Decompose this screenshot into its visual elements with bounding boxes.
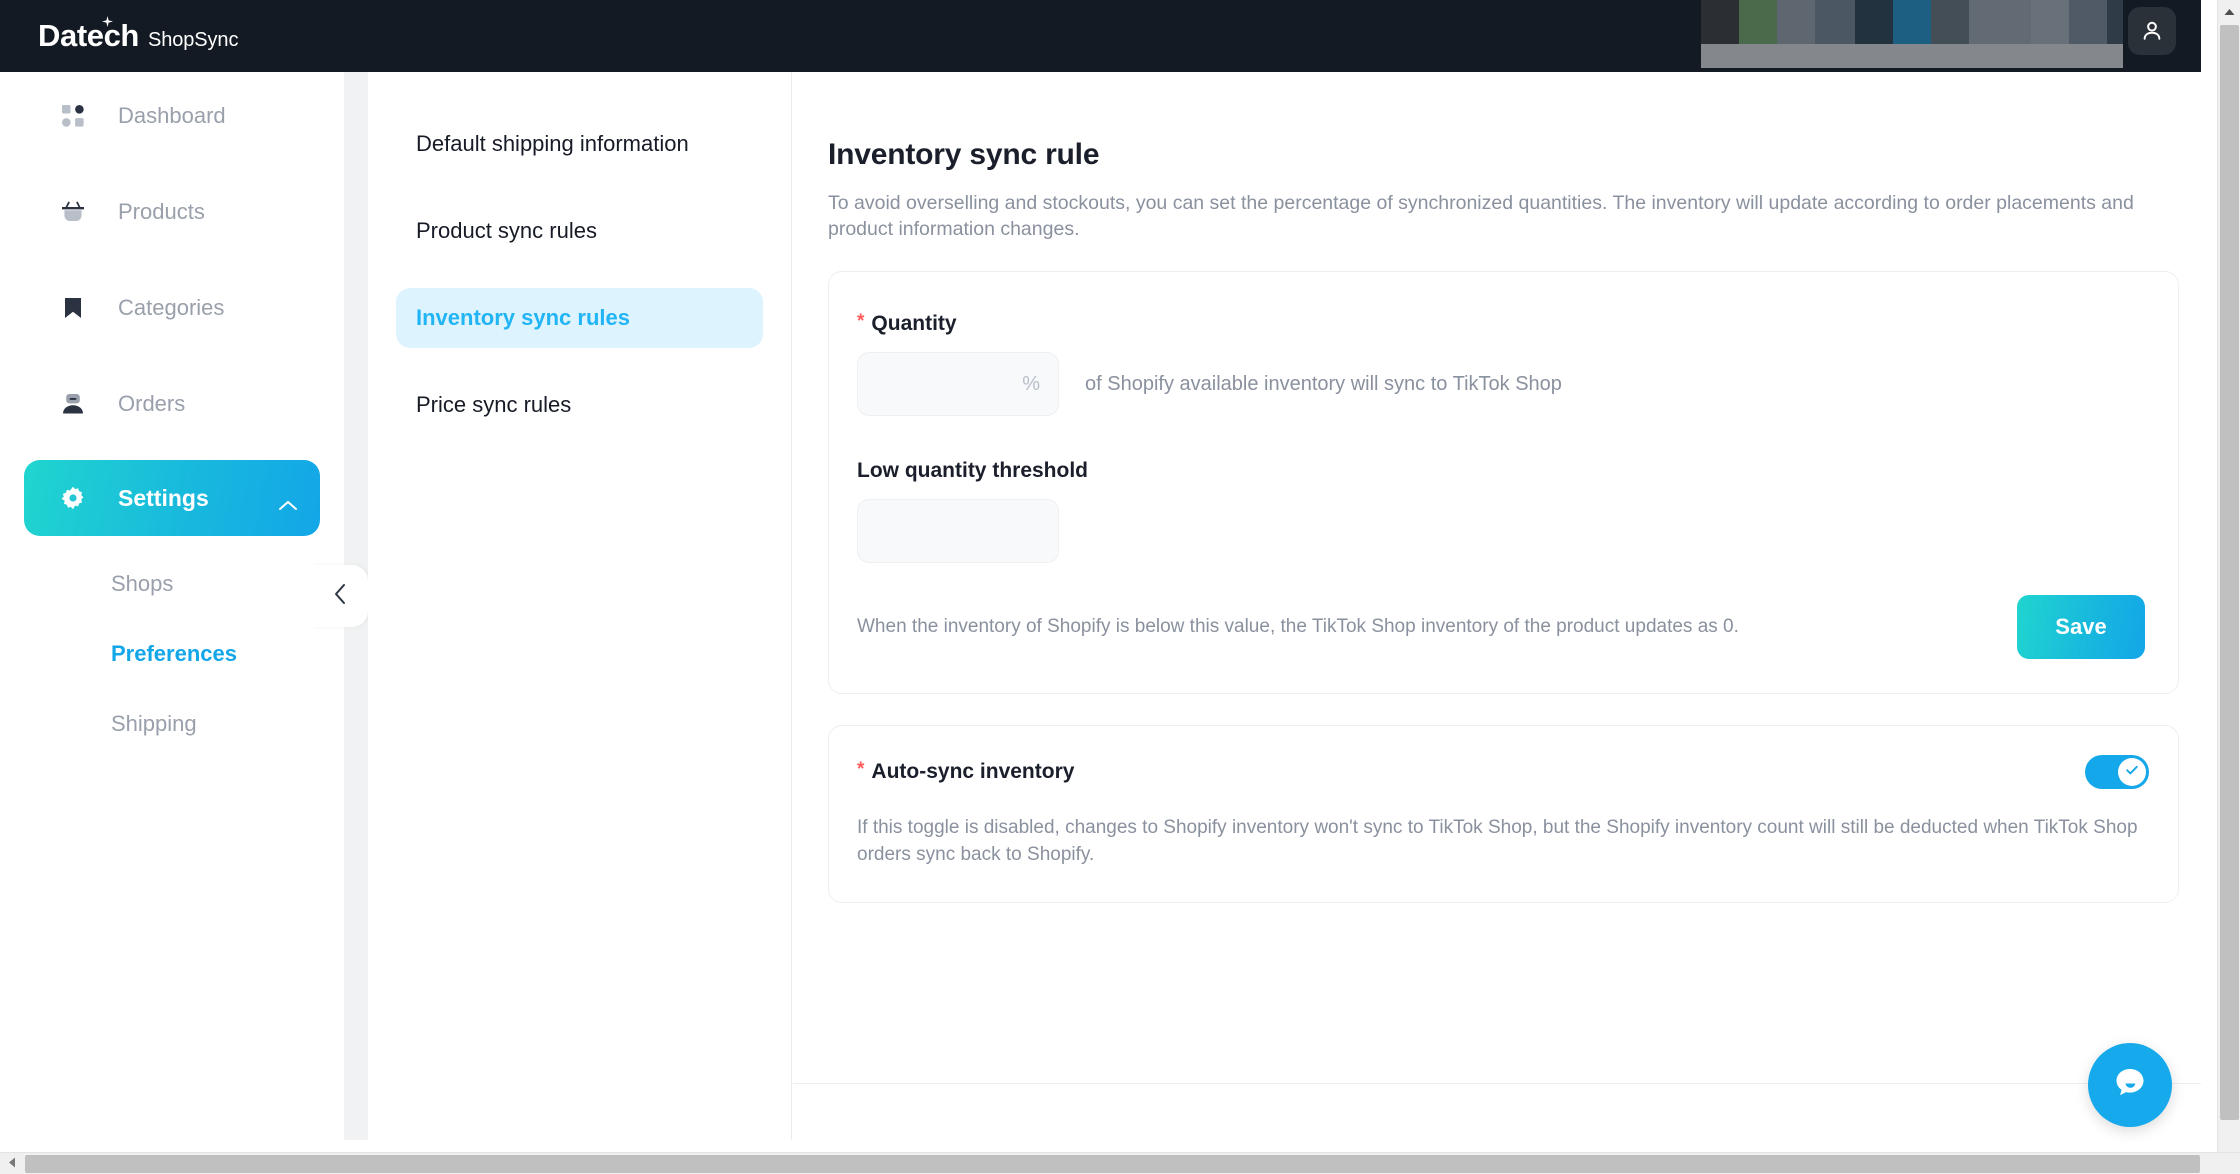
- quantity-label: * Quantity: [857, 312, 2150, 336]
- low-threshold-field-row: [857, 499, 2150, 563]
- scroll-left-button[interactable]: [0, 1153, 23, 1174]
- horizontal-scrollbar[interactable]: [0, 1152, 2240, 1174]
- vertical-scrollbar[interactable]: [2217, 0, 2240, 1152]
- avatar[interactable]: [2128, 7, 2176, 55]
- sparkle-icon: [102, 16, 113, 27]
- quantity-input[interactable]: %: [857, 352, 1059, 416]
- quantity-suffix: %: [1022, 372, 1040, 395]
- chat-bubble-icon: [2108, 1061, 2152, 1110]
- basket-icon: [58, 201, 88, 223]
- redacted-blocks-row: [1701, 0, 2123, 44]
- chat-widget-button[interactable]: [2088, 1043, 2172, 1127]
- sidebar: Dashboard Products Categories Orders Set…: [0, 72, 344, 1140]
- sidebar-item-settings[interactable]: Settings: [24, 460, 320, 536]
- quantity-field-row: % of Shopify available inventory will sy…: [857, 352, 2150, 416]
- auto-sync-label: * Auto-sync inventory: [857, 760, 2150, 784]
- grid-dots-icon: [58, 105, 88, 127]
- content-divider: [793, 1083, 2201, 1084]
- gear-icon: [58, 486, 88, 510]
- inventory-rule-card: * Quantity % of Shopify available invent…: [828, 271, 2179, 694]
- settings-nav-label: Product sync rules: [416, 218, 597, 243]
- settings-nav-panel: Default shipping information Product syn…: [368, 72, 792, 1140]
- settings-nav-item-product-sync[interactable]: Product sync rules: [396, 201, 763, 261]
- sidebar-item-dashboard[interactable]: Dashboard: [24, 92, 320, 140]
- sidebar-subitem-label: Preferences: [111, 641, 237, 666]
- brand-name-primary: Datech: [38, 18, 139, 53]
- settings-nav-label: Default shipping information: [416, 131, 689, 156]
- low-threshold-helper-row: When the inventory of Shopify is below t…: [857, 595, 2150, 659]
- brand-name-secondary: ShopSync: [147, 29, 239, 51]
- settings-nav-label: Inventory sync rules: [416, 305, 630, 330]
- brand-logo[interactable]: Datech ShopSync: [0, 16, 239, 54]
- sidebar-subitem-label: Shops: [111, 571, 174, 596]
- triangle-left-icon: [8, 1155, 16, 1173]
- save-button[interactable]: Save: [2017, 595, 2145, 659]
- redacted-content: [1701, 0, 2123, 68]
- redacted-blocks-bar: [1701, 44, 2123, 68]
- check-icon: [2123, 761, 2141, 784]
- auto-sync-label-text: Auto-sync inventory: [871, 760, 1075, 783]
- horizontal-scroll-thumb[interactable]: [25, 1155, 2200, 1173]
- quantity-trailing-text: of Shopify available inventory will sync…: [1085, 372, 1562, 395]
- low-threshold-helper-text: When the inventory of Shopify is below t…: [857, 616, 1739, 637]
- settings-nav-label: Price sync rules: [416, 392, 572, 417]
- required-marker: *: [857, 759, 865, 780]
- required-marker: *: [857, 311, 865, 332]
- toggle-knob: [2118, 758, 2146, 786]
- sidebar-item-shops[interactable]: Shops: [0, 558, 344, 610]
- triangle-up-icon: [2224, 3, 2235, 21]
- settings-nav-item-default-shipping[interactable]: Default shipping information: [396, 114, 763, 174]
- chevron-left-icon: [333, 583, 347, 610]
- auto-sync-description: If this toggle is disabled, changes to S…: [857, 817, 2138, 865]
- auto-sync-card: * Auto-sync inventory If this toggle is …: [828, 725, 2179, 903]
- settings-nav-item-price-sync[interactable]: Price sync rules: [396, 375, 763, 435]
- low-threshold-label-text: Low quantity threshold: [857, 459, 1088, 482]
- sidebar-item-orders[interactable]: Orders: [24, 380, 320, 428]
- sidebar-item-categories[interactable]: Categories: [24, 284, 320, 332]
- scroll-up-button[interactable]: [2218, 0, 2240, 23]
- vertical-scroll-thumb[interactable]: [2220, 25, 2239, 1120]
- sidebar-item-shipping[interactable]: Shipping: [0, 698, 344, 750]
- quantity-label-text: Quantity: [871, 312, 957, 335]
- bookmark-icon: [58, 297, 88, 319]
- main-content: Inventory sync rule To avoid overselling…: [793, 72, 2201, 1140]
- sidebar-item-label: Categories: [118, 295, 225, 320]
- settings-nav-item-inventory-sync[interactable]: Inventory sync rules: [396, 288, 763, 348]
- sidebar-item-products[interactable]: Products: [24, 188, 320, 236]
- sidebar-item-preferences[interactable]: Preferences: [0, 628, 344, 680]
- user-icon: [2143, 21, 2161, 40]
- sidebar-collapse-button[interactable]: [312, 565, 368, 627]
- auto-sync-toggle[interactable]: [2085, 755, 2149, 789]
- page-description: To avoid overselling and stockouts, you …: [828, 192, 2134, 240]
- package-icon: [58, 393, 88, 415]
- sidebar-item-label: Orders: [118, 391, 186, 416]
- sidebar-subitem-label: Shipping: [111, 711, 197, 736]
- chevron-up-icon[interactable]: [278, 490, 298, 517]
- sidebar-item-label: Settings: [118, 484, 209, 511]
- sidebar-item-label: Dashboard: [118, 103, 226, 128]
- sidebar-item-label: Products: [118, 199, 205, 224]
- page-title: Inventory sync rule: [828, 138, 1100, 171]
- low-threshold-label: Low quantity threshold: [857, 459, 2150, 483]
- app-root: Datech ShopSync Dashboard Products Categ…: [0, 0, 2240, 1174]
- low-threshold-input[interactable]: [857, 499, 1059, 563]
- top-bar: Datech ShopSync: [0, 0, 2201, 72]
